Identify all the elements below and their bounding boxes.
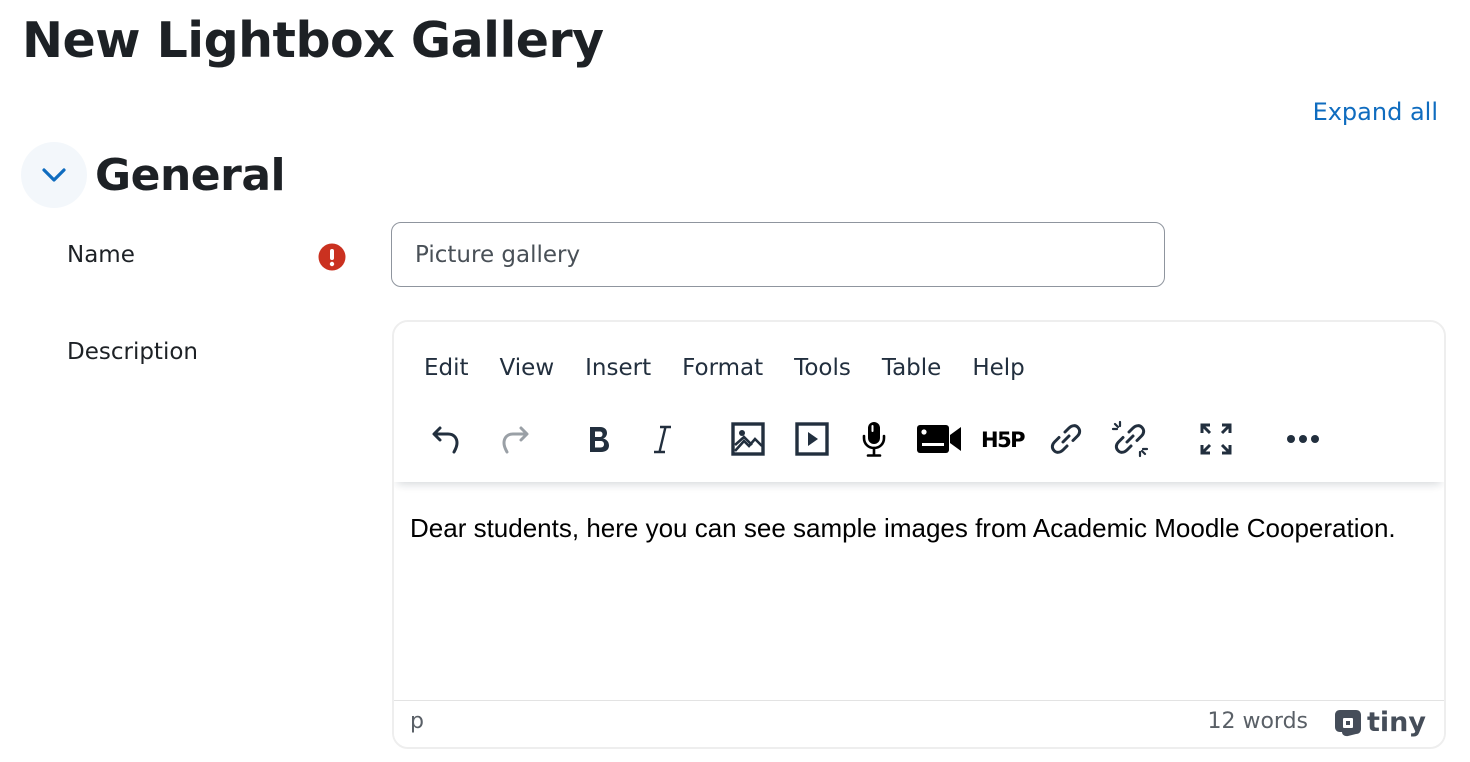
menu-help[interactable]: Help	[964, 350, 1032, 386]
section-title: General	[95, 149, 286, 201]
h5p-icon: H5P	[981, 428, 1025, 452]
editor-content[interactable]: Dear students, here you can see sample i…	[410, 512, 1428, 545]
name-input[interactable]	[391, 222, 1165, 287]
italic-icon	[654, 425, 671, 454]
menu-view[interactable]: View	[492, 350, 563, 386]
unlink-button[interactable]	[1108, 417, 1152, 461]
element-path[interactable]: p	[410, 709, 424, 734]
more-icon	[1287, 435, 1319, 443]
more-button[interactable]	[1281, 417, 1325, 461]
media-icon	[795, 422, 829, 456]
description-editor: Edit View Insert Format Tools Table Help	[392, 320, 1446, 749]
undo-button[interactable]	[425, 417, 469, 461]
link-button[interactable]	[1044, 417, 1088, 461]
exclamation-circle-icon	[318, 243, 346, 271]
image-button[interactable]	[726, 417, 770, 461]
tiny-brand-text: tiny	[1367, 707, 1426, 738]
bold-icon	[590, 427, 609, 452]
redo-icon	[502, 426, 529, 454]
page-title: New Lightbox Gallery	[22, 12, 604, 69]
editor-statusbar: p 12 words tiny	[394, 700, 1444, 747]
word-count[interactable]: 12 words	[1207, 709, 1308, 734]
fullscreen-icon	[1200, 423, 1232, 455]
menu-table[interactable]: Table	[874, 350, 949, 386]
tiny-branding-link[interactable]: tiny	[1334, 708, 1426, 738]
menu-insert[interactable]: Insert	[577, 350, 659, 386]
menu-edit[interactable]: Edit	[416, 350, 477, 386]
chevron-down-icon	[42, 168, 66, 182]
fullscreen-button[interactable]	[1194, 417, 1238, 461]
menu-format[interactable]: Format	[674, 350, 771, 386]
section-header-general: General	[21, 142, 286, 208]
h5p-button[interactable]: H5P	[980, 417, 1026, 461]
link-icon	[1050, 424, 1082, 454]
italic-button[interactable]	[640, 417, 684, 461]
name-label: Name	[67, 242, 135, 268]
redo-button[interactable]	[492, 417, 536, 461]
description-label: Description	[67, 339, 198, 365]
image-icon	[731, 422, 765, 456]
editor-menubar: Edit View Insert Format Tools Table Help	[416, 350, 1048, 386]
editor-header: Edit View Insert Format Tools Table Help	[394, 322, 1444, 482]
tiny-logo-icon	[1335, 710, 1362, 737]
unlink-icon	[1111, 420, 1149, 458]
svg-text:H5P: H5P	[981, 428, 1025, 452]
bold-button[interactable]	[577, 417, 621, 461]
video-camera-icon	[917, 425, 961, 453]
media-button[interactable]	[790, 417, 834, 461]
collapse-section-button[interactable]	[21, 142, 87, 208]
menu-tools[interactable]: Tools	[786, 350, 859, 386]
record-audio-button[interactable]	[852, 417, 896, 461]
undo-icon	[432, 426, 459, 454]
expand-all-link[interactable]: Expand all	[1313, 98, 1438, 126]
record-video-button[interactable]	[915, 417, 963, 461]
microphone-icon	[862, 422, 886, 457]
